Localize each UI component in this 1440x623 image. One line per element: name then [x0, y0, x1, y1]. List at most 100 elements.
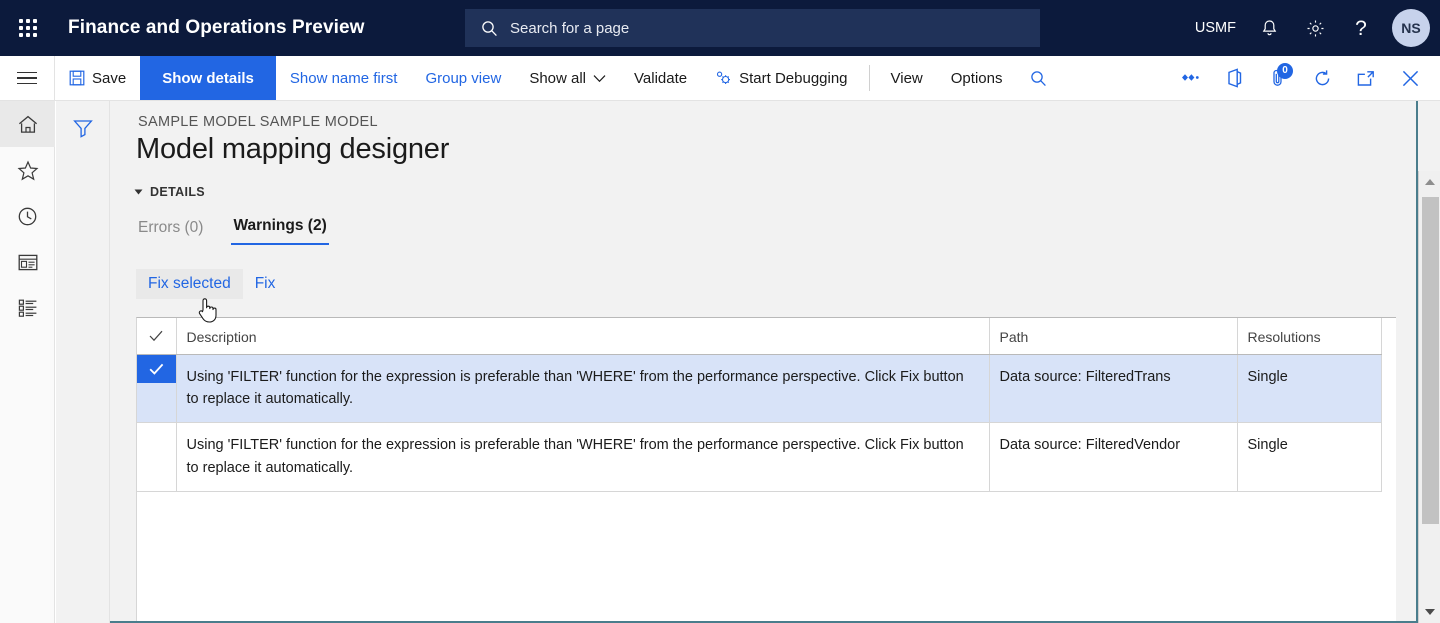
question-mark-icon: ? [1355, 16, 1367, 40]
hamburger-menu-icon [17, 68, 37, 89]
grid-action-buttons: Fix selected Fix [136, 269, 287, 299]
save-disk-icon [69, 70, 85, 86]
global-search-input[interactable]: Search for a page [465, 9, 1040, 47]
search-icon [1031, 70, 1047, 86]
vertical-scrollbar[interactable] [1418, 171, 1440, 623]
save-label: Save [92, 69, 127, 87]
debug-gear-icon [715, 70, 732, 86]
home-icon [18, 115, 37, 133]
show-details-button[interactable]: Show details [140, 56, 276, 100]
details-section-label: DETAILS [150, 185, 205, 199]
share-button[interactable] [1168, 56, 1212, 101]
group-view-button[interactable]: Group view [411, 56, 515, 100]
recent-clock-icon [18, 207, 37, 225]
scroll-down-arrow-icon [1425, 609, 1435, 615]
sidebar-item-workspaces[interactable] [0, 239, 55, 285]
settings-button[interactable] [1292, 0, 1338, 56]
refresh-icon [1315, 69, 1329, 85]
filter-panel-column [56, 101, 110, 623]
chevron-down-icon [593, 74, 606, 83]
workspaces-icon [18, 254, 37, 270]
validation-tabs: Errors (0) Warnings (2) [136, 213, 329, 245]
table-row[interactable]: Using 'FILTER' function for the expressi… [137, 422, 1382, 493]
tab-warnings[interactable]: Warnings (2) [231, 213, 329, 245]
chevron-down-icon [134, 189, 143, 195]
start-debugging-button[interactable]: Start Debugging [701, 56, 861, 100]
scroll-down-button[interactable] [1419, 601, 1440, 623]
sidebar-item-favorites[interactable] [0, 147, 55, 193]
help-button[interactable]: ? [1338, 0, 1384, 56]
select-all-header[interactable] [137, 318, 177, 355]
top-navigation-actions: USMF ? NS [1185, 0, 1430, 56]
options-menu-button[interactable]: Options [937, 56, 1017, 100]
warnings-grid: Description Path Resolutions Using 'FILT… [136, 317, 1396, 623]
sidebar-item-recent[interactable] [0, 193, 55, 239]
modules-list-icon [18, 299, 36, 317]
scroll-up-arrow-icon [1425, 179, 1435, 185]
attachments-badge: 0 [1277, 62, 1293, 79]
close-button[interactable] [1388, 56, 1432, 101]
share-icon [1182, 74, 1199, 81]
refresh-button[interactable] [1300, 56, 1344, 101]
close-icon [1402, 70, 1418, 86]
app-launcher-button[interactable] [0, 0, 56, 56]
cell-path: Data source: FilteredVendor [989, 422, 1238, 493]
cell-resolutions: Single [1237, 422, 1382, 493]
row-checkbox[interactable] [137, 354, 177, 424]
avatar[interactable]: NS [1392, 9, 1430, 47]
navigation-menu-button[interactable] [0, 56, 55, 100]
column-header-resolutions[interactable]: Resolutions [1237, 318, 1382, 355]
fix-button[interactable]: Fix [243, 269, 288, 299]
scroll-up-button[interactable] [1419, 171, 1440, 193]
row-checkbox[interactable] [137, 422, 177, 493]
sidebar-item-home[interactable] [0, 101, 55, 147]
cell-description: Using 'FILTER' function for the expressi… [176, 354, 990, 424]
filter-funnel-icon [73, 120, 93, 138]
breadcrumb: SAMPLE MODEL SAMPLE MODEL [138, 114, 378, 130]
checkmark-icon [149, 330, 163, 341]
start-debugging-label: Start Debugging [739, 69, 848, 87]
left-navigation-rail [0, 101, 55, 623]
notifications-button[interactable] [1246, 0, 1292, 56]
app-launcher-icon [19, 19, 37, 37]
toolbar-search-button[interactable] [1016, 56, 1061, 100]
top-navigation-bar: Finance and Operations Preview Search fo… [0, 0, 1440, 56]
attachments-button[interactable]: 0 [1256, 56, 1300, 101]
show-all-dropdown[interactable]: Show all [515, 56, 620, 100]
table-header-row: Description Path Resolutions [137, 318, 1382, 355]
show-all-label: Show all [529, 69, 587, 87]
scroll-thumb[interactable] [1422, 197, 1439, 524]
cell-description: Using 'FILTER' function for the expressi… [176, 422, 990, 493]
validate-button[interactable]: Validate [620, 56, 701, 100]
global-search-placeholder: Search for a page [510, 19, 630, 37]
office-app-icon [1227, 68, 1241, 88]
fix-selected-button[interactable]: Fix selected [136, 269, 243, 299]
main-content-area: SAMPLE MODEL SAMPLE MODEL Model mapping … [110, 101, 1440, 623]
bell-icon [1262, 19, 1276, 35]
cell-path: Data source: FilteredTrans [989, 354, 1238, 424]
show-name-first-button[interactable]: Show name first [276, 56, 412, 100]
tab-errors[interactable]: Errors (0) [136, 215, 205, 245]
warnings-table: Description Path Resolutions Using 'FILT… [137, 318, 1382, 493]
view-menu-button[interactable]: View [877, 56, 937, 100]
toolbar-divider [868, 65, 870, 91]
cell-resolutions: Single [1237, 354, 1382, 424]
popout-button[interactable] [1344, 56, 1388, 101]
column-header-description[interactable]: Description [176, 318, 990, 355]
column-header-path[interactable]: Path [989, 318, 1238, 355]
sidebar-item-modules[interactable] [0, 285, 55, 331]
checkmark-icon [137, 354, 176, 383]
company-selector[interactable]: USMF [1185, 0, 1246, 56]
table-row[interactable]: Using 'FILTER' function for the expressi… [137, 354, 1382, 424]
search-icon [481, 20, 498, 37]
action-pane-right-icons: 0 [1168, 56, 1440, 100]
app-title: Finance and Operations Preview [68, 17, 365, 38]
filter-button[interactable] [56, 110, 110, 146]
action-pane-toolbar: Save Show details Show name first Group … [0, 56, 1440, 101]
gear-icon [1307, 20, 1323, 36]
details-section-header[interactable]: DETAILS [134, 185, 205, 199]
favorites-star-icon [17, 159, 38, 180]
popout-icon [1357, 70, 1374, 86]
office-app-button[interactable] [1212, 56, 1256, 101]
save-button[interactable]: Save [55, 56, 140, 100]
